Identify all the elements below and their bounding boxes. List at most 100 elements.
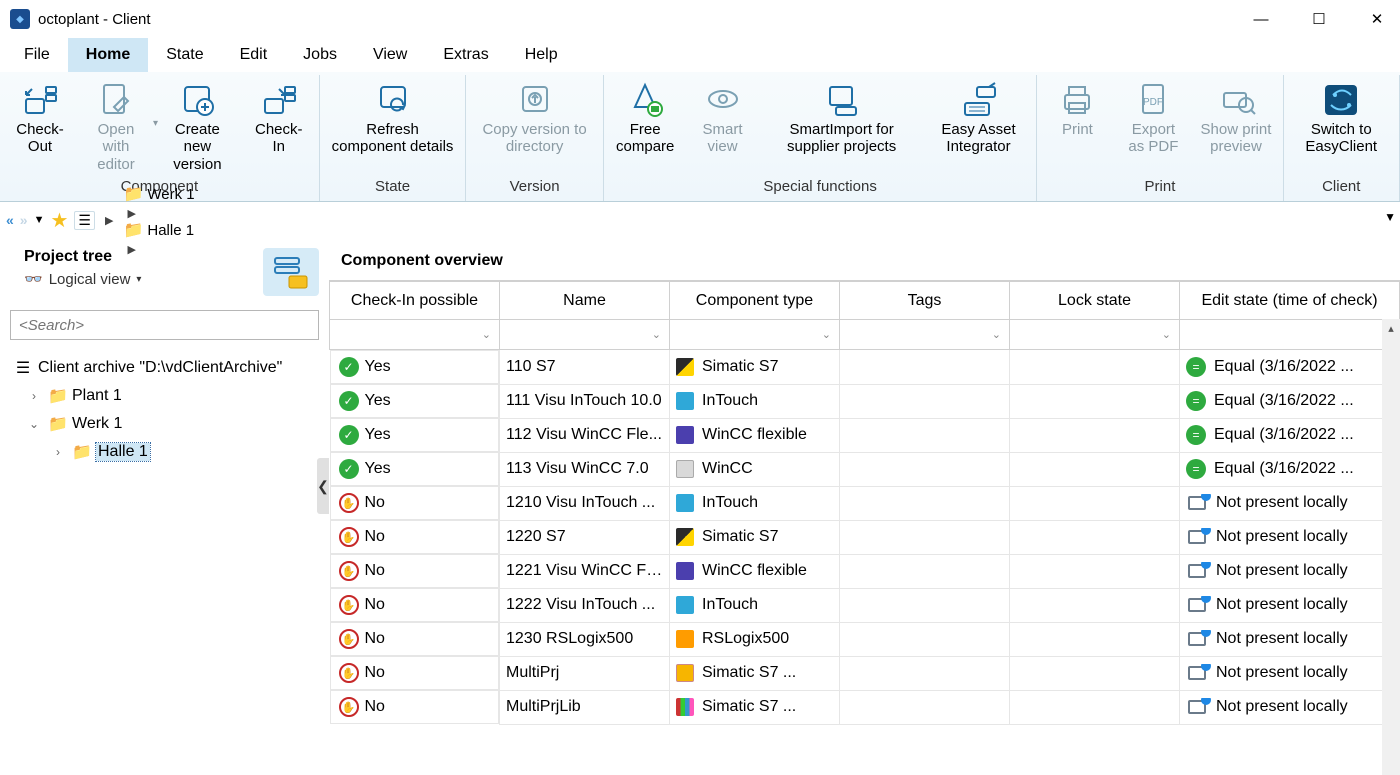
breadcrumb-item[interactable]: 📁Halle 1 xyxy=(123,220,194,240)
menu-view[interactable]: View xyxy=(355,38,425,72)
glasses-icon: 👓 xyxy=(24,270,43,288)
not-present-icon xyxy=(1186,596,1208,614)
breadcrumb-chevron[interactable]: ▶ xyxy=(123,208,139,220)
menu-edit[interactable]: Edit xyxy=(222,38,286,72)
folder-icon: 📁 xyxy=(123,220,143,240)
ribbon-check-out[interactable]: Check-Out xyxy=(4,78,76,159)
view-list-icon[interactable]: ☰ xyxy=(74,211,95,230)
cell-lock xyxy=(1010,656,1180,690)
equal-icon: = xyxy=(1186,459,1206,479)
expander-icon[interactable]: ⌄ xyxy=(26,417,42,431)
column-filter[interactable]: ⌄ xyxy=(1010,320,1180,350)
close-button[interactable]: ✕ xyxy=(1364,6,1390,32)
menu-state[interactable]: State xyxy=(148,38,221,72)
table-row[interactable]: ✓Yes111 Visu InTouch 10.0InTouch=Equal (… xyxy=(330,384,1400,418)
cell-checkin: Yes xyxy=(365,392,391,410)
search-input[interactable] xyxy=(10,310,319,340)
cell-edit: Equal (3/16/2022 ... xyxy=(1214,392,1354,410)
column-header[interactable]: Component type xyxy=(670,282,840,320)
column-header[interactable]: Tags xyxy=(840,282,1010,320)
cell-tags xyxy=(840,588,1010,622)
component-type-icon xyxy=(676,596,694,614)
cell-edit: Equal (3/16/2022 ... xyxy=(1214,460,1354,478)
cell-checkin: No xyxy=(365,630,385,648)
column-header[interactable]: Check-In possible xyxy=(330,282,500,320)
expander-icon[interactable]: › xyxy=(26,389,42,403)
ribbon-free-compare[interactable]: Free compare xyxy=(608,78,683,159)
menu-home[interactable]: Home xyxy=(68,38,148,72)
cell-lock xyxy=(1010,418,1180,452)
cell-name: 112 Visu WinCC Fle... xyxy=(500,418,670,452)
table-row[interactable]: ✓Yes112 Visu WinCC Fle...WinCC flexible=… xyxy=(330,418,1400,452)
cell-checkin: Yes xyxy=(365,426,391,444)
minimize-button[interactable]: — xyxy=(1248,6,1274,32)
column-filter[interactable]: ⌄ xyxy=(840,320,1010,350)
project-tree[interactable]: ☰Client archive "D:\vdClientArchive"›📁Pl… xyxy=(0,348,329,466)
table-row[interactable]: ✋No1210 Visu InTouch ...InTouchNot prese… xyxy=(330,486,1400,520)
cell-name: 1230 RSLogix500 xyxy=(500,622,670,656)
tree-root[interactable]: ☰Client archive "D:\vdClientArchive" xyxy=(14,354,327,382)
breadcrumb-chevron[interactable]: ▶ xyxy=(123,244,139,256)
column-header[interactable]: Edit state (time of check) xyxy=(1180,282,1400,320)
maximize-button[interactable]: ☐ xyxy=(1306,6,1332,32)
nav-history-dropdown[interactable]: ▼ xyxy=(34,214,45,226)
table-row[interactable]: ✓Yes110 S7Simatic S7=Equal (3/16/2022 ..… xyxy=(330,350,1400,385)
tree-item[interactable]: ›📁Plant 1 xyxy=(14,382,327,410)
column-filter[interactable]: ⌄ xyxy=(330,320,500,350)
table-row[interactable]: ✓Yes113 Visu WinCC 7.0WinCC=Equal (3/16/… xyxy=(330,452,1400,486)
ribbon-check-in[interactable]: Check-In xyxy=(243,78,315,159)
ribbon-switch-to-easyclient[interactable]: Switch to EasyClient xyxy=(1288,78,1395,159)
ribbon-easy-asset-integrator[interactable]: Easy Asset Integrator xyxy=(925,78,1033,159)
ribbon-print: Print xyxy=(1041,78,1113,141)
view-label[interactable]: Logical view xyxy=(49,271,131,288)
cell-name: 1210 Visu InTouch ... xyxy=(500,486,670,520)
view-dropdown-icon[interactable]: ▾ xyxy=(136,274,141,285)
vertical-scrollbar[interactable]: ▴ xyxy=(1382,319,1400,775)
column-header[interactable]: Name xyxy=(500,282,670,320)
cell-ctype: InTouch xyxy=(702,494,758,512)
table-row[interactable]: ✋NoMultiPrjLibSimatic S7 ...Not present … xyxy=(330,690,1400,724)
cell-edit: Not present locally xyxy=(1216,630,1348,648)
column-filter[interactable]: ⌄ xyxy=(1180,320,1400,350)
tree-label: Plant 1 xyxy=(72,387,122,405)
tree-item[interactable]: ›📁Halle 1 xyxy=(14,438,327,466)
expander-icon[interactable]: › xyxy=(50,445,66,459)
ribbon-label: Print xyxy=(1062,121,1093,138)
server-client-icon[interactable] xyxy=(263,248,319,296)
ribbon-refresh-component-details[interactable]: Refresh component details xyxy=(324,78,462,159)
folder-icon: 📁 xyxy=(72,442,90,462)
menu-help[interactable]: Help xyxy=(507,38,576,72)
cell-name: MultiPrjLib xyxy=(500,690,670,724)
status-no-icon: ✋ xyxy=(339,527,359,547)
menu-jobs[interactable]: Jobs xyxy=(285,38,355,72)
column-filter[interactable]: ⌄ xyxy=(500,320,670,350)
equal-icon: = xyxy=(1186,357,1206,377)
nav-forward-icon[interactable]: » xyxy=(20,212,28,228)
column-filter[interactable]: ⌄ xyxy=(670,320,840,350)
table-row[interactable]: ✋No1220 S7Simatic S7Not present locally xyxy=(330,520,1400,554)
nav-back-icon[interactable]: « xyxy=(6,212,14,228)
sidebar-collapse-handle[interactable]: ❮ xyxy=(317,458,329,514)
ribbon-group-label: Client xyxy=(1288,176,1395,199)
cell-tags xyxy=(840,452,1010,486)
breadcrumb-item[interactable]: 📁Werk 1 xyxy=(123,184,194,204)
table-row[interactable]: ✋No1230 RSLogix500RSLogix500Not present … xyxy=(330,622,1400,656)
tree-item[interactable]: ⌄📁Werk 1 xyxy=(14,410,327,438)
favorite-icon[interactable]: ★ xyxy=(50,208,68,233)
status-yes-icon: ✓ xyxy=(339,459,359,479)
column-header[interactable]: Lock state xyxy=(1010,282,1180,320)
ribbon-create-new-version[interactable]: Create new version xyxy=(156,78,239,176)
breadcrumb-overflow-dropdown[interactable]: ▼ xyxy=(1384,210,1396,224)
menu-extras[interactable]: Extras xyxy=(425,38,506,72)
ribbon-smartimport-for-supplier-projects[interactable]: SmartImport for supplier projects xyxy=(763,78,921,159)
not-present-icon xyxy=(1186,698,1208,716)
table-row[interactable]: ✋NoMultiPrjSimatic S7 ...Not present loc… xyxy=(330,656,1400,690)
not-present-icon xyxy=(1186,528,1208,546)
table-row[interactable]: ✋No1222 Visu InTouch ...InTouchNot prese… xyxy=(330,588,1400,622)
menu-file[interactable]: File xyxy=(6,38,68,72)
component-grid[interactable]: Check-In possibleNameComponent typeTagsL… xyxy=(329,280,1400,775)
ribbon-icon xyxy=(959,81,999,119)
cell-name: 1221 Visu WinCC Fl... xyxy=(500,554,670,588)
ribbon-label: Easy Asset Integrator xyxy=(931,121,1027,156)
table-row[interactable]: ✋No1221 Visu WinCC Fl...WinCC flexibleNo… xyxy=(330,554,1400,588)
